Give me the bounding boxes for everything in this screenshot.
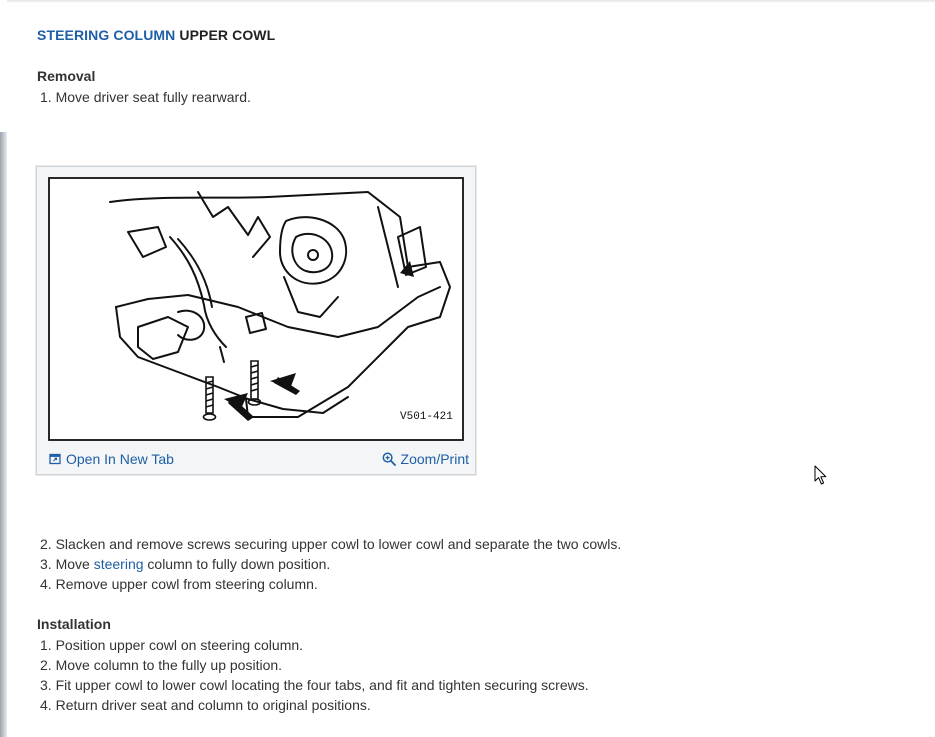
cowl-diagram-drawing: V501-421 xyxy=(48,177,464,441)
step-text: Fit upper cowl to lower cowl locating th… xyxy=(55,677,589,693)
installation-step-2: 2. Move column to the fully up position. xyxy=(40,657,282,673)
step-text-pre: Move xyxy=(55,556,94,572)
step-number: 3. xyxy=(40,677,52,693)
steering-column-link[interactable]: STEERING COLUMN xyxy=(37,27,175,43)
installation-step-3: 3. Fit upper cowl to lower cowl locating… xyxy=(40,677,589,693)
figure-panel: V501-421 Open In New Tab Zoom/Print xyxy=(36,166,476,475)
left-scroll-edge xyxy=(0,0,7,737)
page-title: STEERING COLUMN UPPER COWL xyxy=(37,27,275,43)
cowl-diagram-image[interactable]: V501-421 xyxy=(48,177,464,441)
zoom-in-icon xyxy=(382,452,396,466)
installation-step-1: 1. Position upper cowl on steering colum… xyxy=(40,637,303,653)
installation-heading: Installation xyxy=(37,616,111,632)
step-number: 1. xyxy=(40,637,52,653)
step-number: 1. xyxy=(40,89,52,105)
step-text: Slacken and remove screws securing upper… xyxy=(55,536,622,552)
removal-step-3: 3. Move steering column to fully down po… xyxy=(40,556,330,572)
removal-heading: Removal xyxy=(37,68,96,84)
open-in-new-tab-link[interactable]: Open In New Tab xyxy=(49,451,174,467)
removal-step-4: 4. Remove upper cowl from steering colum… xyxy=(40,576,318,592)
page-title-rest: UPPER COWL xyxy=(175,27,276,43)
zoom-print-link[interactable]: Zoom/Print xyxy=(382,451,469,467)
step-number: 4. xyxy=(40,697,52,713)
figure-code-label: V501-421 xyxy=(400,411,453,423)
step-number: 4. xyxy=(40,576,52,592)
open-new-tab-icon xyxy=(49,453,61,465)
step-number: 2. xyxy=(40,657,52,673)
left-edge-shade xyxy=(0,132,7,737)
step-text: Remove upper cowl from steering column. xyxy=(55,576,318,592)
removal-step-1: 1. Move driver seat fully rearward. xyxy=(40,89,251,105)
mouse-pointer-icon xyxy=(814,465,827,485)
top-shadow xyxy=(0,0,935,3)
step-text: Move driver seat fully rearward. xyxy=(55,89,251,105)
step-number: 3. xyxy=(40,556,52,572)
installation-step-4: 4. Return driver seat and column to orig… xyxy=(40,697,371,713)
open-in-new-tab-label: Open In New Tab xyxy=(66,451,174,467)
step-text-post: column to fully down position. xyxy=(143,556,331,572)
step-text: Position upper cowl on steering column. xyxy=(55,637,304,653)
zoom-print-label: Zoom/Print xyxy=(400,451,469,467)
step-text: Move column to the fully up position. xyxy=(55,657,283,673)
step-number: 2. xyxy=(40,536,52,552)
step-text: Return driver seat and column to origina… xyxy=(55,697,371,713)
removal-step-2: 2. Slacken and remove screws securing up… xyxy=(40,536,621,552)
steering-link[interactable]: steering xyxy=(94,556,144,572)
